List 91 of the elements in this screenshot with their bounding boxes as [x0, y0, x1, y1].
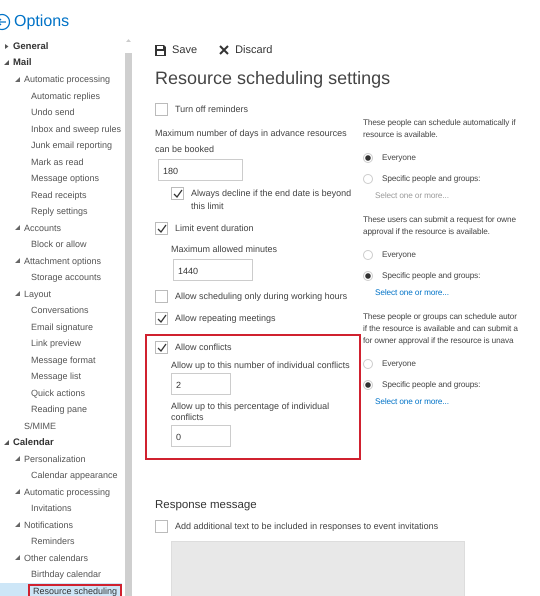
close-icon	[219, 45, 230, 55]
page-title: Resource scheduling settings	[155, 68, 392, 89]
sidebar-item[interactable]: Read receipts	[30, 190, 88, 200]
field-label: Maximum allowed minutes	[171, 243, 278, 256]
sidebar-item[interactable]: Layout	[23, 288, 52, 299]
sidebar-item[interactable]: Invitations	[30, 503, 73, 514]
sidebar-item[interactable]: Automatic processing	[23, 486, 112, 497]
checkbox-label: Always decline if the end date is beyond this limit	[191, 187, 352, 213]
radio-label: Everyone	[382, 153, 416, 162]
radio-button[interactable]	[363, 380, 373, 390]
radio-button[interactable]	[363, 250, 373, 260]
sidebar-item[interactable]: Quick actions	[30, 388, 86, 398]
checkbox[interactable]	[155, 222, 168, 235]
checkbox[interactable]	[155, 312, 168, 325]
sidebar-item[interactable]: Junk email reporting	[30, 140, 114, 150]
discard-button[interactable]: Discard	[219, 44, 272, 56]
sidebar-item[interactable]: Mark as read	[30, 156, 85, 167]
checkbox[interactable]	[155, 341, 168, 354]
input-field[interactable]: 2	[171, 373, 231, 395]
caret-icon[interactable]	[4, 60, 9, 66]
checkbox-label: Turn off reminders	[175, 103, 248, 116]
caret-icon[interactable]	[15, 76, 20, 82]
radio-label: Specific people and groups:	[382, 174, 480, 183]
checkbox[interactable]	[155, 520, 168, 533]
checkbox[interactable]	[171, 187, 184, 200]
select-link[interactable]: Select one or more...	[375, 288, 449, 297]
sidebar-item[interactable]: Undo send	[30, 107, 76, 118]
description: These users can submit a request for owne approval if the resource is available.	[363, 214, 517, 238]
radio-button[interactable]	[363, 174, 373, 184]
sidebar-item[interactable]: Automatic processing	[23, 74, 112, 84]
sidebar-item[interactable]: Automatic replies	[30, 90, 102, 101]
checkbox-label: Allow repeating meetings	[175, 312, 276, 325]
radio-button[interactable]	[363, 152, 373, 162]
sidebar-item[interactable]: Message list	[30, 371, 82, 382]
checkbox-label: Add additional text to be included in responses to event invitations	[175, 520, 438, 533]
caret-icon[interactable]	[4, 44, 9, 49]
sidebar-item[interactable]: Mail	[12, 57, 32, 68]
sidebar-item[interactable]: Message format	[30, 354, 97, 365]
save-button[interactable]: Save	[155, 44, 198, 56]
radio-label: Everyone	[382, 250, 416, 259]
field-label: Allow up to this number of individual conflicts	[171, 360, 350, 370]
sidebar-item[interactable]: Conversations	[30, 305, 90, 316]
input-field[interactable]: 1440	[173, 259, 253, 281]
sidebar-item[interactable]: Link preview	[30, 338, 82, 348]
options-title: Options	[14, 13, 70, 31]
sidebar-item[interactable]: Calendar	[12, 436, 55, 448]
input-field[interactable]: 180	[158, 159, 243, 181]
caret-icon[interactable]	[15, 489, 20, 494]
radio-button[interactable]	[363, 270, 373, 280]
field-label: Maximum number of days in advance resources can be booked	[155, 127, 348, 156]
caret-icon[interactable]	[15, 291, 20, 296]
caret-icon[interactable]	[15, 456, 20, 462]
description: These people or groups can schedule autor if the resource is available and can submit a for owner approval if the resource is unava	[363, 311, 518, 347]
radio-label: Everyone	[382, 359, 416, 368]
caret-icon[interactable]	[4, 440, 9, 445]
sidebar-item[interactable]: Email signature	[30, 322, 94, 332]
sidebar-item[interactable]: Block or allow	[30, 239, 88, 250]
sidebar-item[interactable]: Birthday calendar	[30, 569, 102, 580]
sidebar-item[interactable]: Notifications	[23, 520, 74, 530]
field-label: Allow up to this percentage of individual conflicts	[171, 401, 330, 422]
checkbox[interactable]	[155, 290, 168, 303]
checkbox-label: Allow scheduling only during working hours	[175, 290, 348, 303]
caret-icon[interactable]	[15, 555, 20, 560]
sidebar-item[interactable]: Attachment options	[23, 256, 102, 266]
checkbox[interactable]	[155, 103, 168, 116]
sidebar-item[interactable]: General	[12, 40, 50, 52]
sidebar-item[interactable]: Reply settings	[30, 206, 89, 216]
sidebar-item[interactable]: Personalization	[23, 454, 87, 464]
section-title: Response message	[155, 499, 258, 511]
checkbox-label: Allow conflicts	[175, 341, 232, 354]
select-link[interactable]: Select one or more...	[375, 397, 449, 406]
input-field[interactable]: 0	[171, 425, 231, 447]
sidebar-item[interactable]: Inbox and sweep rules	[30, 124, 122, 134]
caret-icon[interactable]	[15, 225, 20, 230]
scrollbar-thumb[interactable]	[124, 53, 132, 596]
radio-button[interactable]	[363, 358, 373, 368]
sidebar-item[interactable]: Reminders	[30, 536, 76, 546]
caret-icon[interactable]	[15, 522, 20, 528]
sidebar-item[interactable]: Calendar appearance	[30, 470, 119, 480]
sidebar-item[interactable]: Accounts	[23, 222, 62, 233]
radio-label: Specific people and groups:	[382, 271, 480, 280]
caret-icon[interactable]	[15, 258, 20, 264]
checkbox-label: Limit event duration	[175, 222, 254, 235]
sidebar-item[interactable]: Other calendars	[23, 552, 90, 563]
radio-label: Specific people and groups:	[382, 380, 480, 389]
description: These people can schedule automatically if resource is available.	[363, 117, 516, 141]
back-icon[interactable]	[0, 13, 11, 31]
sidebar-item[interactable]: S/MIME	[23, 420, 58, 431]
sidebar-item[interactable]: Storage accounts	[30, 272, 102, 282]
sidebar-item[interactable]: Reading pane	[30, 404, 88, 414]
sidebar-item[interactable]: Message options	[30, 173, 100, 184]
